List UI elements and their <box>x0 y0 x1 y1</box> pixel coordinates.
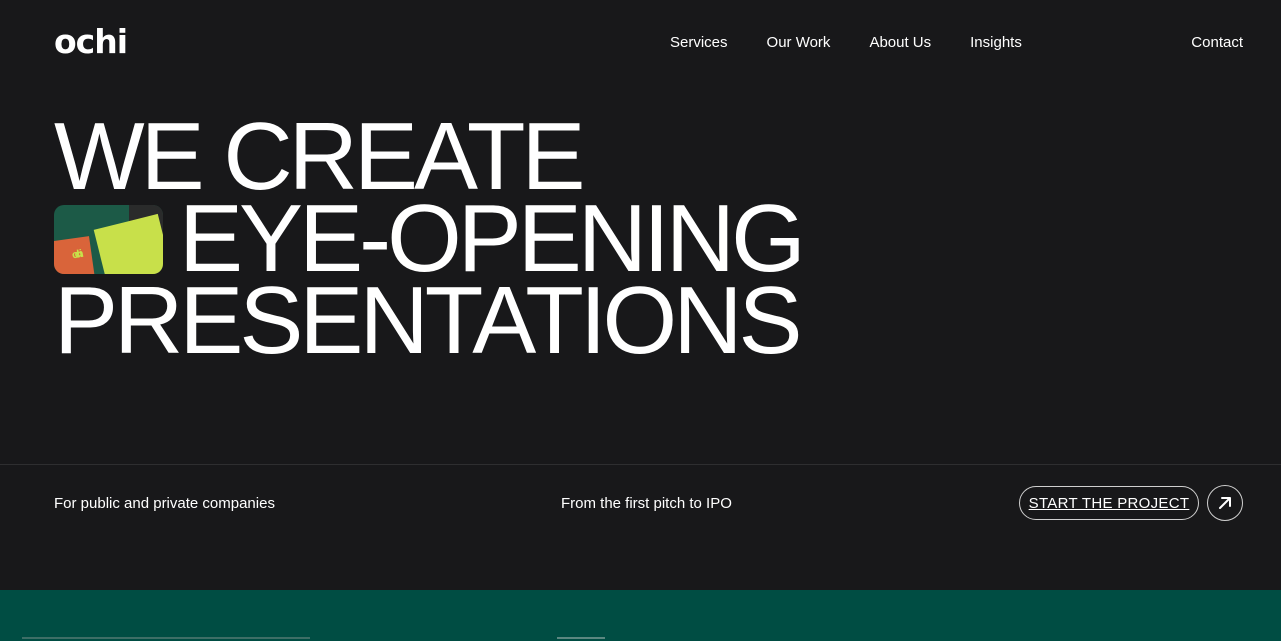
start-project-arrow-button[interactable] <box>1207 485 1243 521</box>
nav-links: Services Our Work About Us Insights <box>670 33 1061 53</box>
start-project-button[interactable]: START THE PROJECT <box>1019 486 1199 520</box>
nav-services[interactable]: Services <box>670 33 728 53</box>
next-section-band <box>0 590 1281 641</box>
arrow-up-right-icon <box>1219 497 1231 509</box>
nav-insights[interactable]: Insights <box>970 33 1022 53</box>
nav-contact[interactable]: Contact <box>1191 33 1243 53</box>
nav-our-work[interactable]: Our Work <box>767 33 831 53</box>
nav-about-us[interactable]: About Us <box>869 33 931 53</box>
info-left-text: For public and private companies <box>54 495 275 512</box>
hero-line-3: PRESENTATIONS <box>54 267 803 374</box>
section-divider <box>0 464 1281 465</box>
band-rule-short <box>557 637 605 639</box>
top-nav: ochi Services Our Work About Us Insights… <box>0 0 1281 86</box>
info-middle-text: From the first pitch to IPO <box>561 495 732 512</box>
presentation-thumbnail-image: ochi ochi <box>54 204 163 274</box>
hero-heading: WE CREATE ochi ochi EYE-OPENING PRESENTA… <box>54 109 806 374</box>
band-rule <box>22 637 310 639</box>
ochi-logo[interactable]: ochi <box>54 22 128 62</box>
